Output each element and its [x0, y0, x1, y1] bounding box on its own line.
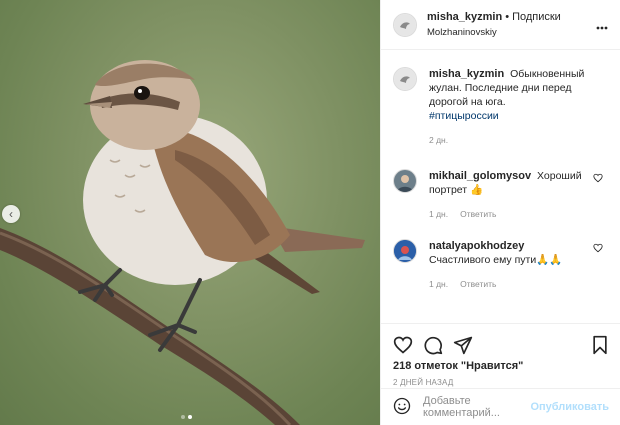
comment-item: natalyapokhodzey Счастливого ему пути🙏🙏 …	[393, 239, 609, 291]
avatar[interactable]	[393, 12, 417, 37]
carousel-prev-button[interactable]: ‹	[2, 205, 20, 223]
share-icon[interactable]	[453, 335, 473, 358]
follow-button[interactable]: Подписки	[512, 11, 561, 23]
carousel-indicator	[181, 415, 192, 419]
comment-time: 1 дн.	[429, 279, 449, 289]
comments-list: misha_kyzmin Обыкновенный жулан. Последн…	[381, 51, 620, 323]
more-options-icon[interactable]	[596, 17, 608, 33]
comment-time: 1 дн.	[429, 209, 449, 219]
avatar[interactable]	[393, 67, 417, 91]
comment-input[interactable]: Добавьте комментарий...	[423, 395, 530, 419]
post-actions: 218 отметок "Нравится" 2 ДНЕЙ НАЗАД	[381, 323, 620, 387]
comment-text: Счастливого ему пути🙏🙏	[429, 254, 563, 266]
shrike-photo	[0, 60, 365, 425]
heart-icon[interactable]	[393, 335, 413, 358]
post-panel: misha_kyzmin • Подписки Molzhaninovskiy mi…	[380, 0, 620, 425]
reply-button[interactable]: Ответить	[460, 207, 496, 221]
location-link[interactable]: Molzhaninovskiy	[427, 25, 561, 40]
avatar[interactable]	[393, 239, 417, 263]
bookmark-icon[interactable]	[591, 335, 609, 358]
emoji-icon[interactable]	[393, 397, 411, 418]
caption: misha_kyzmin Обыкновенный жулан. Последн…	[393, 67, 609, 147]
comment-username[interactable]: mikhail_golomysov	[429, 170, 531, 182]
carousel-dot-active	[188, 415, 192, 419]
hashtag-link[interactable]: #птицыроссии	[429, 110, 499, 122]
comment-item: mikhail_golomysov Хороший портрет 👍 1 дн…	[393, 169, 609, 221]
comment-username[interactable]: natalyapokhodzey	[429, 240, 524, 252]
add-comment-bar: Добавьте комментарий... Опубликовать	[381, 388, 620, 425]
chevron-left-icon: ‹	[9, 207, 13, 221]
like-comment-icon[interactable]	[593, 243, 603, 256]
post-comment-button[interactable]: Опубликовать	[530, 401, 609, 413]
likes-count[interactable]: 218 отметок "Нравится"	[381, 360, 620, 372]
caption-username[interactable]: misha_kyzmin	[429, 68, 504, 80]
reply-button[interactable]: Ответить	[460, 277, 496, 291]
comment-icon[interactable]	[423, 335, 443, 358]
carousel-dot	[181, 415, 185, 419]
avatar-image	[394, 13, 416, 36]
like-comment-icon[interactable]	[593, 173, 603, 186]
post-photo[interactable]: ‹	[0, 0, 380, 425]
avatar[interactable]	[393, 169, 417, 193]
header-username[interactable]: misha_kyzmin	[427, 11, 502, 23]
post-timestamp: 2 ДНЕЙ НАЗАД	[393, 378, 454, 387]
caption-time: 2 дн.	[429, 135, 449, 145]
header-separator: •	[505, 10, 510, 23]
post-header: misha_kyzmin • Подписки Molzhaninovskiy	[381, 0, 620, 50]
